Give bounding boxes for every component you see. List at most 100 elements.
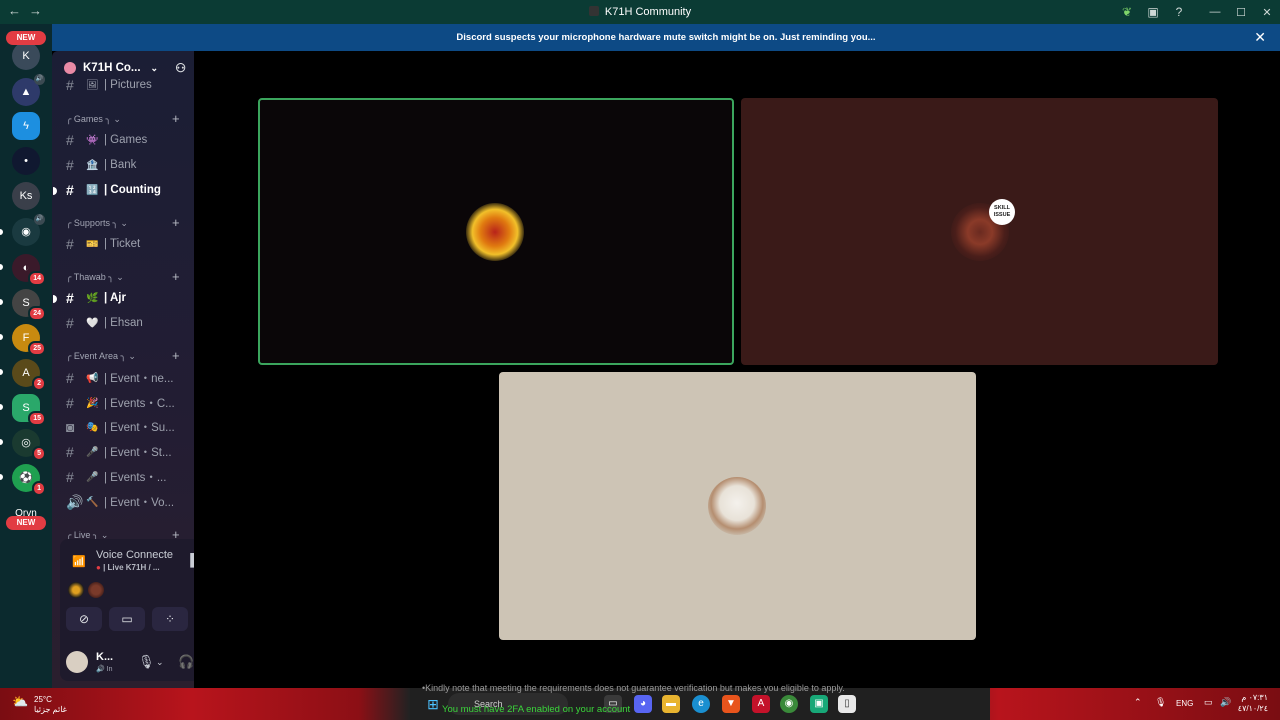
tray-overflow-icon[interactable]: ⌃ (1134, 697, 1142, 708)
category-label: Supports (73, 218, 110, 228)
chrome-icon[interactable]: ◉ (780, 695, 798, 713)
server-icon-f[interactable]: F 25 (12, 324, 46, 356)
category-supports[interactable]: ╭ Supports ╮ ⌄ + (66, 215, 180, 230)
add-channel-icon[interactable]: + (172, 348, 180, 363)
server-icon-s24[interactable]: S 24 (12, 289, 46, 321)
participant-tile[interactable] (499, 372, 976, 640)
close-window-button[interactable]: ✕ (1254, 6, 1280, 19)
category-event-area[interactable]: ╭ Event Area ╮ ⌄ + (66, 348, 180, 363)
server-icon-sf[interactable]: S 15 (12, 394, 46, 426)
maximize-button[interactable]: ☐ (1228, 6, 1254, 19)
voice-stage: SKILL ISSUE (194, 51, 1280, 688)
add-channel-icon[interactable]: + (172, 111, 180, 126)
category-thawab[interactable]: ╭ Thawab ╮ ⌄ + (66, 269, 180, 284)
channel-event-su[interactable]: ◙ 🎭 | Event・Su... (66, 416, 190, 438)
voice-channel[interactable]: ● | Live K71H / ... (96, 563, 160, 572)
system-clock[interactable]: ٠٧:٣١ م ٤٧/١٠/٢٤ (1238, 692, 1268, 714)
channel-games[interactable]: # 👾 | Games (66, 129, 190, 151)
channel-emoji: 🌿 (86, 292, 99, 304)
channel-label: | Ticket (104, 238, 141, 250)
server-icon-ball[interactable]: ⚽ 1 (12, 464, 46, 496)
channel-label: | Games (104, 134, 148, 146)
server-icon-s14[interactable]: ◐ 14 (12, 254, 46, 286)
notice-close-icon[interactable]: ✕ (1254, 24, 1266, 51)
hash-icon: # (66, 290, 74, 306)
file-explorer-icon[interactable]: ▬ (662, 695, 680, 713)
channel-label: | Event・St... (104, 447, 172, 459)
channel-emoji: 🤍 (86, 317, 99, 329)
discord-taskbar-icon[interactable]: ◕ (634, 695, 652, 713)
channel-events-stage[interactable]: # 🎤 | Events・... (66, 466, 190, 488)
server-icon-ka[interactable]: A2 (12, 359, 46, 391)
signal-icon[interactable]: 📶 (72, 555, 86, 568)
hash-icon: # (66, 132, 74, 148)
hash-icon: # (66, 370, 74, 386)
channel-ajr[interactable]: # 🌿 | Ajr (66, 287, 190, 309)
participant-avatar[interactable] (88, 582, 104, 598)
brave-browser-icon[interactable]: ▼ (722, 695, 740, 713)
add-channel-icon[interactable]: + (172, 215, 180, 230)
channel-counting[interactable]: # 🔢 | Counting (66, 179, 190, 201)
unread-pill (0, 404, 3, 410)
server-icon-c[interactable]: ◎ 5 (12, 429, 46, 461)
server-icon-z[interactable]: ϟ (12, 112, 40, 140)
channel-events-c[interactable]: # 🎉 | Events・C... (66, 392, 190, 414)
language-indicator[interactable]: ENG (1176, 699, 1193, 708)
channel-ehsan[interactable]: # 🤍 | Ehsan (66, 312, 190, 334)
username[interactable]: K... (96, 651, 113, 663)
app-a-icon[interactable]: A (752, 695, 770, 713)
invite-people-icon[interactable]: ⚇ (175, 61, 186, 75)
channel-label: | Event・ne... (104, 373, 174, 385)
participant-tile[interactable]: SKILL ISSUE (741, 98, 1218, 365)
server-icon-a[interactable]: ▲ 🔊 (12, 74, 45, 106)
microphone-icon[interactable]: 🎙 (138, 654, 155, 670)
network-icon[interactable]: ▭ (1204, 697, 1213, 708)
category-games[interactable]: ╭ Games ╮ ⌄ + (66, 111, 180, 126)
channel-event-voice[interactable]: 🔊 🔨 | Event・Vo... (66, 491, 190, 513)
participant-tile-speaking[interactable] (258, 98, 734, 365)
channel-emoji: 🔢 (86, 184, 99, 196)
screen-share-button[interactable]: ▭ (109, 607, 145, 631)
participant-avatar (708, 477, 766, 535)
category-label: Event Area (73, 351, 118, 361)
server-icon-dark[interactable]: • (12, 147, 40, 175)
headphones-icon[interactable]: 🎧 (178, 654, 194, 670)
activities-button[interactable]: ⁘ (152, 607, 188, 631)
channel-pictures-partial[interactable]: # 🖼 | Pictures (66, 77, 190, 93)
unread-pill (0, 474, 3, 480)
voice-channel-label: | Live K71H / ... (103, 563, 160, 572)
channel-emoji: 👾 (86, 134, 99, 146)
voice-indicator-icon: 🔊 (34, 214, 45, 225)
server-icon-k[interactable]: K (12, 42, 40, 70)
channel-label: | Ajr (104, 292, 126, 304)
voice-status[interactable]: Voice Connecte (96, 549, 173, 561)
nitro-leaf-icon[interactable]: ❦ (1114, 5, 1140, 19)
server-icon-owl[interactable]: ◉ 🔊 (12, 214, 45, 246)
mention-badge: 14 (28, 271, 46, 286)
minimize-button[interactable]: — (1202, 6, 1228, 18)
server-icon-ks[interactable]: Ks (12, 182, 40, 210)
help-icon[interactable]: ? (1166, 5, 1192, 19)
chevron-down-icon[interactable]: ⌄ (156, 657, 164, 668)
volume-icon[interactable]: 🔊 (1220, 697, 1231, 708)
avatar[interactable] (66, 651, 88, 673)
chevron-down-icon: ⌄ (150, 62, 159, 73)
add-channel-icon[interactable]: + (172, 269, 180, 284)
participant-avatar[interactable] (68, 582, 84, 598)
camera-off-button[interactable]: ⊘ (66, 607, 102, 631)
notepad-icon[interactable]: ▯ (838, 695, 856, 713)
channel-bank[interactable]: # 🏦 | Bank (66, 154, 190, 176)
inbox-icon[interactable]: ▣ (1140, 5, 1166, 19)
app-green-icon[interactable]: ▣ (810, 695, 828, 713)
app-logo-icon (588, 6, 599, 16)
category-label: Games (73, 114, 103, 124)
channel-label: | Bank (104, 159, 137, 171)
channel-ticket[interactable]: # 🎫 | Ticket (66, 233, 190, 255)
unread-pill (0, 439, 3, 445)
edge-browser-icon[interactable]: e (692, 695, 710, 713)
mic-tray-icon[interactable]: 🎙 (1155, 697, 1166, 708)
channel-event-news[interactable]: # 📢 | Event・ne... (66, 367, 190, 389)
windows-start-icon[interactable]: ⊞ (424, 695, 442, 713)
channel-event-st[interactable]: # 🎤 | Event・St... (66, 441, 190, 463)
channel-emoji: 📢 (86, 372, 99, 384)
